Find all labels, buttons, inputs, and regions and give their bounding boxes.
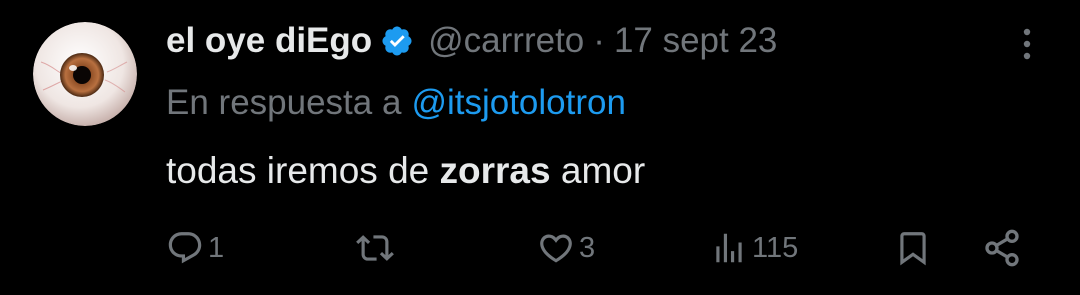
share-button[interactable] — [982, 222, 1022, 274]
like-button[interactable]: 3 — [537, 222, 595, 274]
views-count: 115 — [752, 231, 799, 264]
share-icon — [982, 228, 1022, 268]
tweet-text-bold: zorras — [439, 150, 551, 191]
reply-prefix: En respuesta a — [166, 83, 402, 122]
reply-icon — [166, 229, 204, 267]
author-handle[interactable]: @carrreto — [428, 21, 584, 61]
avatar[interactable] — [33, 22, 137, 126]
views-button[interactable]: 115 — [710, 222, 798, 274]
tweet-text-part2: amor — [550, 150, 646, 191]
retweet-button[interactable] — [356, 222, 398, 274]
reply-count: 1 — [208, 231, 225, 264]
tweet-header: el oye diEgo @carrreto · 17 sept 23 — [166, 18, 777, 64]
bookmark-icon — [894, 229, 932, 267]
verified-badge-icon[interactable] — [380, 24, 414, 58]
views-icon — [710, 229, 748, 267]
more-vertical-icon[interactable] — [1016, 24, 1038, 64]
tweet-date[interactable]: 17 sept 23 — [614, 21, 777, 61]
bookmark-button[interactable] — [894, 222, 932, 274]
action-bar: 1 3 115 — [0, 222, 1080, 274]
retweet-icon — [356, 229, 394, 267]
tweet-text: todas iremos de zorras amor — [166, 145, 645, 197]
author-display-name[interactable]: el oye diEgo — [166, 21, 372, 61]
eyeball-avatar-image — [33, 22, 137, 126]
tweet-text-part1: todas iremos de — [166, 150, 440, 191]
reply-context: En respuesta a @itsjotolotron — [166, 80, 626, 126]
heart-icon — [537, 229, 575, 267]
like-count: 3 — [579, 231, 596, 264]
tweet[interactable]: el oye diEgo @carrreto · 17 sept 23 En r… — [0, 0, 1080, 295]
reply-button[interactable]: 1 — [166, 222, 224, 274]
header-separator: · — [593, 21, 605, 60]
reply-mention-link[interactable]: @itsjotolotron — [411, 83, 626, 123]
